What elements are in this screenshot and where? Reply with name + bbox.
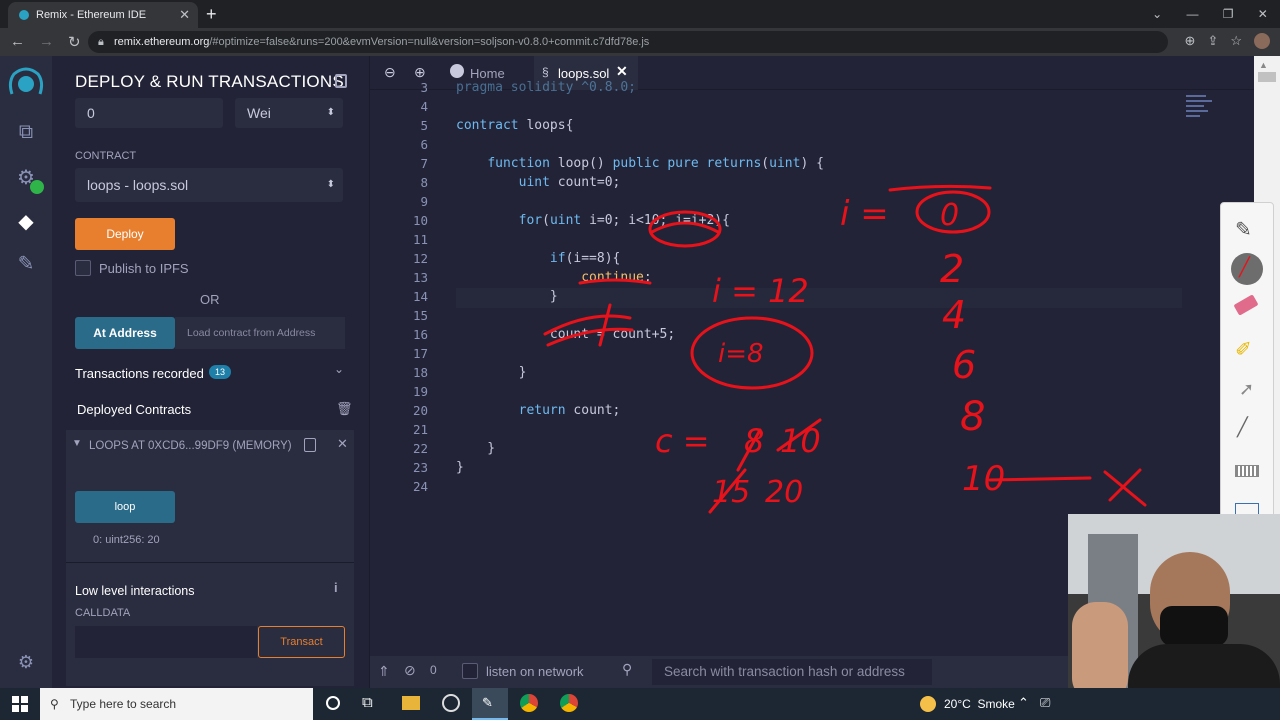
scribble-mark (650, 221, 720, 234)
scroll-up-icon[interactable]: ▲ (1259, 60, 1268, 70)
overline-mark (888, 184, 992, 192)
person-mask (1160, 606, 1228, 646)
whiteboard-app-icon[interactable]: ✎ (472, 688, 508, 720)
eraser-icon[interactable] (1233, 294, 1259, 316)
underline-mark (578, 278, 652, 285)
keyboard-icon[interactable] (1235, 465, 1259, 477)
weather-text: 20°C Smoke (944, 697, 1015, 711)
terminal-search-input[interactable]: Search with transaction hash or address (652, 659, 932, 685)
cortana-icon[interactable] (326, 696, 340, 710)
listen-network-label: listen on network (486, 664, 584, 679)
taskbar-search-input[interactable]: ⚲ Type here to search (40, 688, 313, 720)
chevron-up-icon[interactable]: ⇑ (378, 663, 390, 680)
file-explorer-icon[interactable] (402, 696, 420, 710)
windows-taskbar: ⚲ Type here to search ⧉ ✎ 20°C Smoke ⌃ ⎚ (0, 688, 1280, 720)
tray-up-icon[interactable]: ⌃ (1018, 695, 1029, 711)
i-value-8: 8 (960, 394, 985, 440)
c-value-10: 10 (780, 422, 821, 460)
c-value-15: 15 (712, 475, 750, 510)
circle-note: i=8 (718, 339, 764, 369)
listen-network-checkbox[interactable] (462, 663, 478, 679)
pointer-icon[interactable]: ➚ (1239, 379, 1254, 400)
i-eq-note: i = 12 (712, 272, 809, 310)
drawing-toolbar: ✎ ╱ ✐ ➚ ╱ (1220, 202, 1274, 532)
pen-tool-icon[interactable]: ╱ (1231, 253, 1263, 285)
task-view-icon[interactable]: ⧉ (362, 694, 373, 711)
highlighter-icon[interactable]: ✐ (1235, 337, 1252, 362)
i-value-10: 10 (962, 459, 1005, 499)
i-value-0: 0 (940, 198, 959, 233)
pending-count: 0 (430, 663, 437, 677)
brush-icon[interactable]: ╱ (1237, 417, 1248, 438)
taskbar-search-placeholder: Type here to search (70, 697, 177, 711)
i-label: i = (840, 194, 889, 234)
notepad-icon[interactable]: ✎ (1235, 217, 1252, 242)
strike-mark (543, 303, 634, 347)
i-value-4: 4 (942, 293, 966, 337)
clear-icon[interactable]: ⊘ (404, 662, 416, 679)
c-value-8: 8 (744, 422, 764, 460)
c-value-20: 20 (765, 475, 803, 510)
i-value-2: 2 (940, 247, 964, 291)
person-hand (1072, 602, 1128, 702)
c-label: c = (655, 422, 710, 460)
weather-icon (920, 696, 936, 712)
search-icon: ⚲ (622, 661, 633, 677)
search-icon: ⚲ (50, 697, 59, 711)
x-mark (1103, 468, 1147, 507)
app-icon[interactable] (442, 694, 460, 712)
windows-start-icon[interactable] (12, 696, 28, 712)
chrome-icon[interactable] (520, 694, 538, 712)
i-value-6: 6 (952, 343, 976, 387)
scroll-thumb[interactable] (1258, 72, 1276, 82)
tray-icon[interactable]: ⎚ (1040, 695, 1050, 711)
chrome-profile-icon[interactable] (560, 694, 578, 712)
